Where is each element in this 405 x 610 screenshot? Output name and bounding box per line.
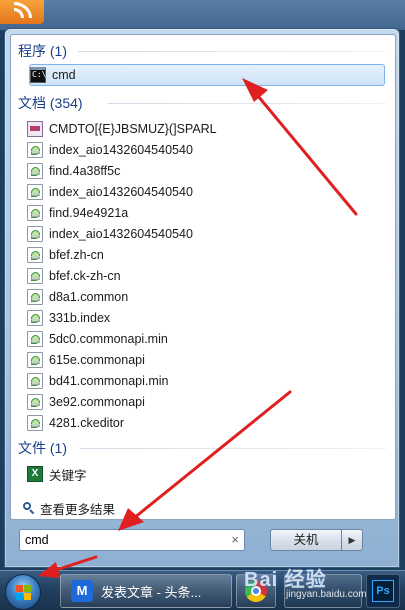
- list-item[interactable]: d8a1.common: [27, 287, 391, 307]
- magnifier-icon: [23, 502, 35, 514]
- result-item-label: find.94e4921a: [49, 206, 129, 220]
- result-item-label: bd41.commonapi.min: [49, 374, 169, 388]
- list-item[interactable]: bfef.zh-cn: [27, 245, 391, 265]
- see-more-results-link[interactable]: 查看更多结果: [23, 499, 115, 517]
- cmd-icon: C:\: [30, 67, 46, 83]
- document-icon: [27, 247, 43, 263]
- document-icon: [27, 268, 43, 284]
- list-item[interactable]: 4281.ckeditor: [27, 413, 391, 433]
- result-item-label: 331b.index: [49, 311, 111, 325]
- result-item-label: 3e92.commonapi: [49, 395, 145, 409]
- mht-icon: [27, 121, 43, 137]
- document-icon: [27, 142, 43, 158]
- result-item-label: index_aio1432604540540: [49, 143, 193, 157]
- group-header-files[interactable]: 文件 (1): [18, 438, 390, 458]
- result-item-keyword-file[interactable]: X 关键字: [27, 464, 391, 484]
- result-item-label: bfef.zh-cn: [49, 248, 104, 262]
- windows-logo-icon: [16, 585, 32, 601]
- document-icon: [27, 352, 43, 368]
- document-icon: [27, 394, 43, 410]
- desktop-background: [0, 0, 405, 30]
- list-item[interactable]: find.94e4921a: [27, 203, 391, 223]
- list-item[interactable]: index_aio1432604540540: [27, 182, 391, 202]
- taskbar-item-label: 发表文章 - 头条...: [101, 584, 202, 600]
- result-item-label: index_aio1432604540540: [49, 227, 193, 241]
- result-item-label: 4281.ckeditor: [49, 416, 125, 430]
- group-header-programs[interactable]: 程序 (1): [18, 41, 390, 61]
- rss-arc-outer: [14, 2, 32, 18]
- windows-logo-pane: [24, 593, 31, 600]
- result-item-label: cmd: [52, 68, 76, 82]
- result-item-label: 关键字: [49, 468, 87, 483]
- list-item[interactable]: index_aio1432604540540: [27, 224, 391, 244]
- document-icon: [27, 289, 43, 305]
- result-item-label: index_aio1432604540540: [49, 185, 193, 199]
- document-icon: [27, 163, 43, 179]
- result-item-label: CMDTO[{E}JBSMUZ}(]SPARL: [49, 122, 217, 136]
- clear-search-icon[interactable]: ×: [231, 532, 239, 548]
- search-input[interactable]: [25, 531, 225, 549]
- toutiao-app-icon: M: [71, 580, 93, 602]
- document-icon: [27, 184, 43, 200]
- rss-feed-icon[interactable]: [0, 0, 44, 24]
- windows-logo-pane: [16, 593, 23, 600]
- list-item[interactable]: 5dc0.commonapi.min: [27, 329, 391, 349]
- list-item[interactable]: bd41.commonapi.min: [27, 371, 391, 391]
- taskbar-item-toutiao[interactable]: M 发表文章 - 头条...: [60, 574, 232, 608]
- windows-logo-pane: [16, 585, 23, 592]
- search-box[interactable]: ×: [19, 529, 245, 551]
- list-item[interactable]: 3e92.commonapi: [27, 392, 391, 412]
- result-item-label: bfef.ck-zh-cn: [49, 269, 121, 283]
- group-divider: [80, 448, 386, 449]
- see-more-label: 查看更多结果: [40, 502, 116, 517]
- document-icon: [27, 373, 43, 389]
- list-item[interactable]: 615e.commonapi: [27, 350, 391, 370]
- start-button[interactable]: [5, 574, 41, 610]
- result-item-cmd[interactable]: C:\ cmd: [29, 64, 385, 86]
- document-icon: [27, 331, 43, 347]
- shutdown-options-arrow-icon[interactable]: ▶: [341, 529, 363, 551]
- list-item[interactable]: bfef.ck-zh-cn: [27, 266, 391, 286]
- list-item[interactable]: find.4a38ff5c: [27, 161, 391, 181]
- group-header-programs-label: 程序 (1): [18, 43, 71, 59]
- group-divider: [78, 51, 386, 52]
- excel-icon: X: [27, 466, 43, 482]
- watermark-main-text: Bai 经验: [244, 569, 327, 591]
- group-header-files-label: 文件 (1): [18, 440, 71, 456]
- result-item-label: 5dc0.commonapi.min: [49, 332, 168, 346]
- result-item-label: 615e.commonapi: [49, 353, 145, 367]
- group-header-documents[interactable]: 文档 (354): [18, 93, 390, 113]
- document-icon: [27, 415, 43, 431]
- list-item[interactable]: index_aio1432604540540: [27, 140, 391, 160]
- group-header-documents-label: 文档 (354): [18, 95, 87, 111]
- search-results-panel: 程序 (1) C:\ cmd 文档 (354) CMDTO[{E}JBSMUZ}…: [10, 34, 396, 520]
- list-item[interactable]: CMDTO[{E}JBSMUZ}(]SPARL: [27, 119, 391, 139]
- baidu-jingyan-watermark: Bai 经验 jingyan.baidu.com: [244, 563, 404, 605]
- group-divider: [108, 103, 386, 104]
- document-icon: [27, 226, 43, 242]
- shutdown-button[interactable]: 关机: [270, 529, 342, 551]
- windows-logo-pane: [24, 585, 31, 592]
- start-menu: 程序 (1) C:\ cmd 文档 (354) CMDTO[{E}JBSMUZ}…: [4, 28, 400, 568]
- result-item-label: d8a1.common: [49, 290, 129, 304]
- document-icon: [27, 310, 43, 326]
- watermark-url-text: jingyan.baidu.com: [286, 589, 367, 600]
- result-item-label: find.4a38ff5c: [49, 164, 121, 178]
- document-icon: [27, 205, 43, 221]
- list-item[interactable]: 331b.index: [27, 308, 391, 328]
